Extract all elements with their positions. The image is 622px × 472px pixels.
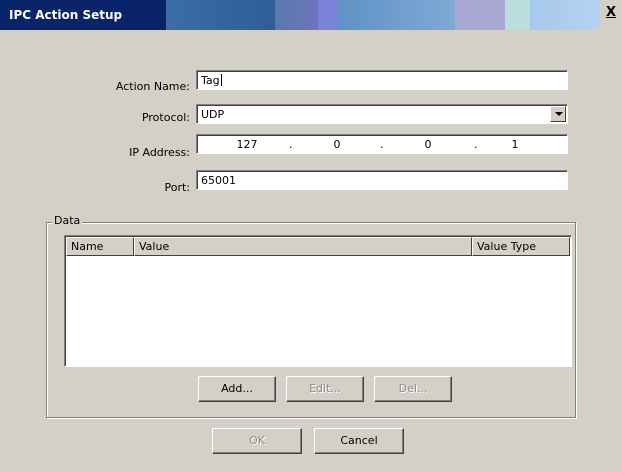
cancel-button[interactable]: Cancel <box>314 428 404 454</box>
column-header-name[interactable]: Name <box>66 237 134 256</box>
action-name-label: Action Name: <box>115 80 190 93</box>
ok-button[interactable]: OK <box>212 428 302 454</box>
edit-button[interactable]: Edit... <box>286 376 364 402</box>
data-group-label: Data <box>52 214 83 227</box>
port-value: 65001 <box>201 174 236 187</box>
text-caret <box>220 74 222 86</box>
data-list[interactable]: Name Value Value Type <box>64 235 572 367</box>
ip-address-field[interactable]: 127 . 0 . 0 . 1 <box>196 134 568 154</box>
ip-octet-4[interactable]: 1 <box>495 138 535 151</box>
ip-octet-1[interactable]: 127 <box>227 138 267 151</box>
chevron-down-icon[interactable] <box>550 106 566 122</box>
column-header-value[interactable]: Value <box>134 237 472 256</box>
protocol-label: Protocol: <box>141 111 190 124</box>
ip-separator-1: . <box>289 138 293 151</box>
ip-separator-3: . <box>474 138 478 151</box>
add-button[interactable]: Add... <box>198 376 276 402</box>
ip-separator-2: . <box>380 138 384 151</box>
port-field[interactable]: 65001 <box>196 170 568 190</box>
protocol-select[interactable]: UDP <box>196 104 568 124</box>
delete-button[interactable]: Del... <box>374 376 452 402</box>
ip-octet-2[interactable]: 0 <box>317 138 357 151</box>
column-header-value-type[interactable]: Value Type <box>472 237 570 256</box>
title-bar: IPC Action Setup X <box>0 0 622 30</box>
window-title: IPC Action Setup <box>9 8 123 22</box>
protocol-value: UDP <box>201 108 225 121</box>
ip-octet-3[interactable]: 0 <box>408 138 448 151</box>
close-icon: X <box>605 5 617 20</box>
ip-address-label: IP Address: <box>129 146 190 159</box>
action-name-field[interactable]: Tag <box>196 70 568 90</box>
close-button[interactable]: X <box>604 6 618 20</box>
action-name-value: Tag <box>201 74 220 87</box>
port-label: Port: <box>164 181 190 194</box>
